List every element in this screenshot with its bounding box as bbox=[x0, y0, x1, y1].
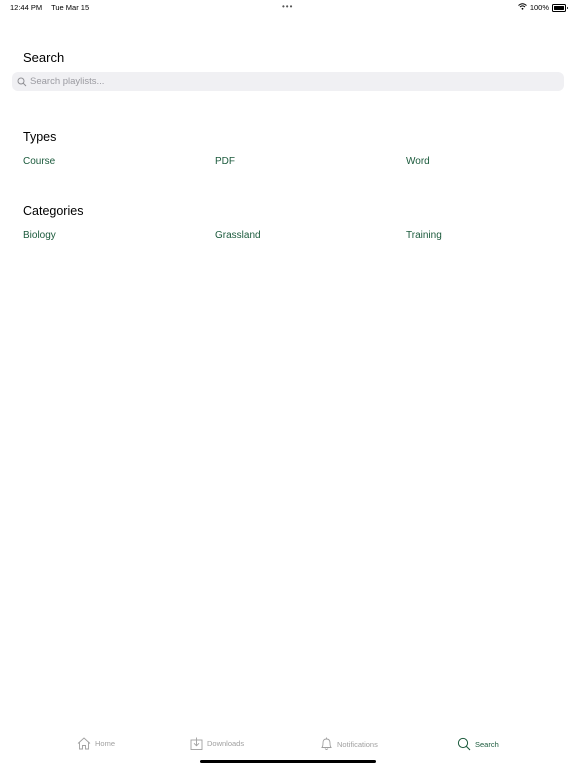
type-link-course[interactable]: Course bbox=[23, 156, 55, 167]
type-link-pdf[interactable]: PDF bbox=[215, 156, 235, 167]
category-link-biology[interactable]: Biology bbox=[23, 230, 56, 241]
category-link-training[interactable]: Training bbox=[406, 230, 442, 241]
tab-downloads[interactable]: Downloads bbox=[190, 737, 244, 750]
category-link-grassland[interactable]: Grassland bbox=[215, 230, 261, 241]
status-date: Tue Mar 15 bbox=[51, 3, 90, 12]
search-bar[interactable] bbox=[12, 72, 564, 91]
battery-icon bbox=[552, 3, 568, 12]
home-indicator[interactable] bbox=[200, 760, 376, 763]
wifi-icon bbox=[517, 3, 527, 12]
categories-section-title: Categories bbox=[23, 204, 84, 218]
status-time: 12:44 PM bbox=[10, 3, 43, 12]
search-icon bbox=[17, 77, 27, 86]
type-link-word[interactable]: Word bbox=[406, 156, 430, 167]
battery-percent: 100% bbox=[529, 3, 549, 12]
tab-downloads-label: Downloads bbox=[207, 739, 245, 748]
tab-notifications[interactable]: Notifications bbox=[320, 737, 378, 751]
downloads-icon bbox=[190, 737, 203, 750]
search-icon bbox=[457, 737, 471, 751]
tab-search[interactable]: Search bbox=[457, 737, 499, 751]
page-title: Search bbox=[23, 50, 65, 65]
home-icon bbox=[77, 737, 91, 750]
search-input[interactable] bbox=[30, 76, 530, 87]
tab-home-label: Home bbox=[95, 739, 116, 748]
types-section-title: Types bbox=[23, 130, 57, 144]
status-bar: 12:44 PM Tue Mar 15 ••• 100% bbox=[0, 0, 576, 14]
tab-search-label: Search bbox=[475, 739, 499, 749]
tab-notifications-label: Notifications bbox=[337, 739, 378, 749]
tab-home[interactable]: Home bbox=[77, 737, 115, 750]
bell-icon bbox=[321, 737, 332, 750]
multitasking-dots-icon[interactable]: ••• bbox=[282, 2, 293, 11]
